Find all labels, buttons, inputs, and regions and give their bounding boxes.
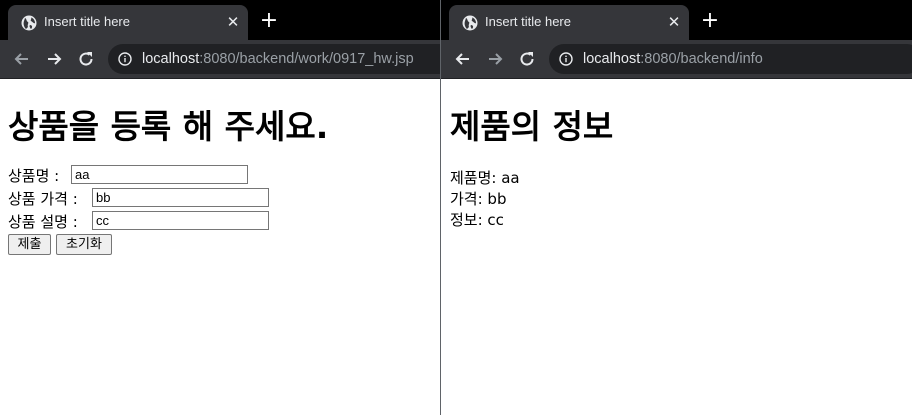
forward-arrow-icon[interactable] [485,49,505,69]
product-price-row: 상품 가격 : [8,188,269,209]
url-text: localhost:8080/backend/work/0917_hw.jsp [142,51,414,67]
info-icon[interactable] [118,52,132,66]
globe-icon [462,15,478,31]
product-price-input[interactable] [92,188,269,207]
forward-arrow-icon[interactable] [44,49,64,69]
tab-title: Insert title here [485,14,571,29]
back-arrow-icon[interactable] [12,49,32,69]
reset-button[interactable]: 초기화 [56,234,112,255]
product-desc-input[interactable] [92,211,269,230]
right-browser-window: Insert title here ✕ + localhost:8080/bac… [441,0,912,415]
page-title: 제품의 정보 [450,107,614,146]
reload-icon[interactable] [517,49,537,69]
page-content: 상품을 등록 해 주세요. 상품명 : 상품 가격 : 상품 설명 : 제출 초… [0,79,440,415]
browser-toolbar: localhost:8080/backend/work/0917_hw.jsp [0,40,440,79]
address-bar[interactable]: localhost:8080/backend/work/0917_hw.jsp [108,44,440,74]
url-host: localhost [142,51,200,67]
url-host: localhost [583,51,641,67]
product-price-label: 상품 가격 : [8,190,78,208]
browser-toolbar: localhost:8080/backend/info [441,40,912,79]
reload-icon[interactable] [76,49,96,69]
tab-strip: Insert title here ✕ + [0,0,440,40]
url-path: :8080/backend/work/0917_hw.jsp [199,51,414,67]
browser-tab[interactable]: Insert title here ✕ [449,5,689,40]
tab-title: Insert title here [44,14,130,29]
info-icon[interactable] [559,52,573,66]
address-bar[interactable]: localhost:8080/backend/info [549,44,912,74]
new-tab-button[interactable]: + [699,10,721,32]
close-tab-icon[interactable]: ✕ [665,13,683,31]
page-content: 제품의 정보 제품명: aa 가격: bb 정보: cc [441,79,912,415]
globe-icon [21,15,37,31]
url-text: localhost:8080/backend/info [583,51,763,67]
browser-tab[interactable]: Insert title here ✕ [8,5,248,40]
tab-strip: Insert title here ✕ + [441,0,912,40]
product-desc-row: 상품 설명 : [8,211,269,232]
product-name-input[interactable] [71,165,248,184]
product-desc-label: 상품 설명 : [8,213,78,231]
url-path: :8080/backend/info [640,51,763,67]
back-arrow-icon[interactable] [453,49,473,69]
product-name-line: 제품명: aa [450,169,520,187]
submit-button[interactable]: 제출 [8,234,51,255]
product-name-label: 상품명 : [8,167,60,185]
page-title: 상품을 등록 해 주세요. [8,107,329,146]
product-info-line: 정보: cc [450,211,504,229]
left-browser-window: Insert title here ✕ + localhost:8080/bac… [0,0,440,415]
product-name-row: 상품명 : [8,165,248,186]
close-tab-icon[interactable]: ✕ [224,13,242,31]
product-price-line: 가격: bb [450,190,507,208]
new-tab-button[interactable]: + [258,10,280,32]
